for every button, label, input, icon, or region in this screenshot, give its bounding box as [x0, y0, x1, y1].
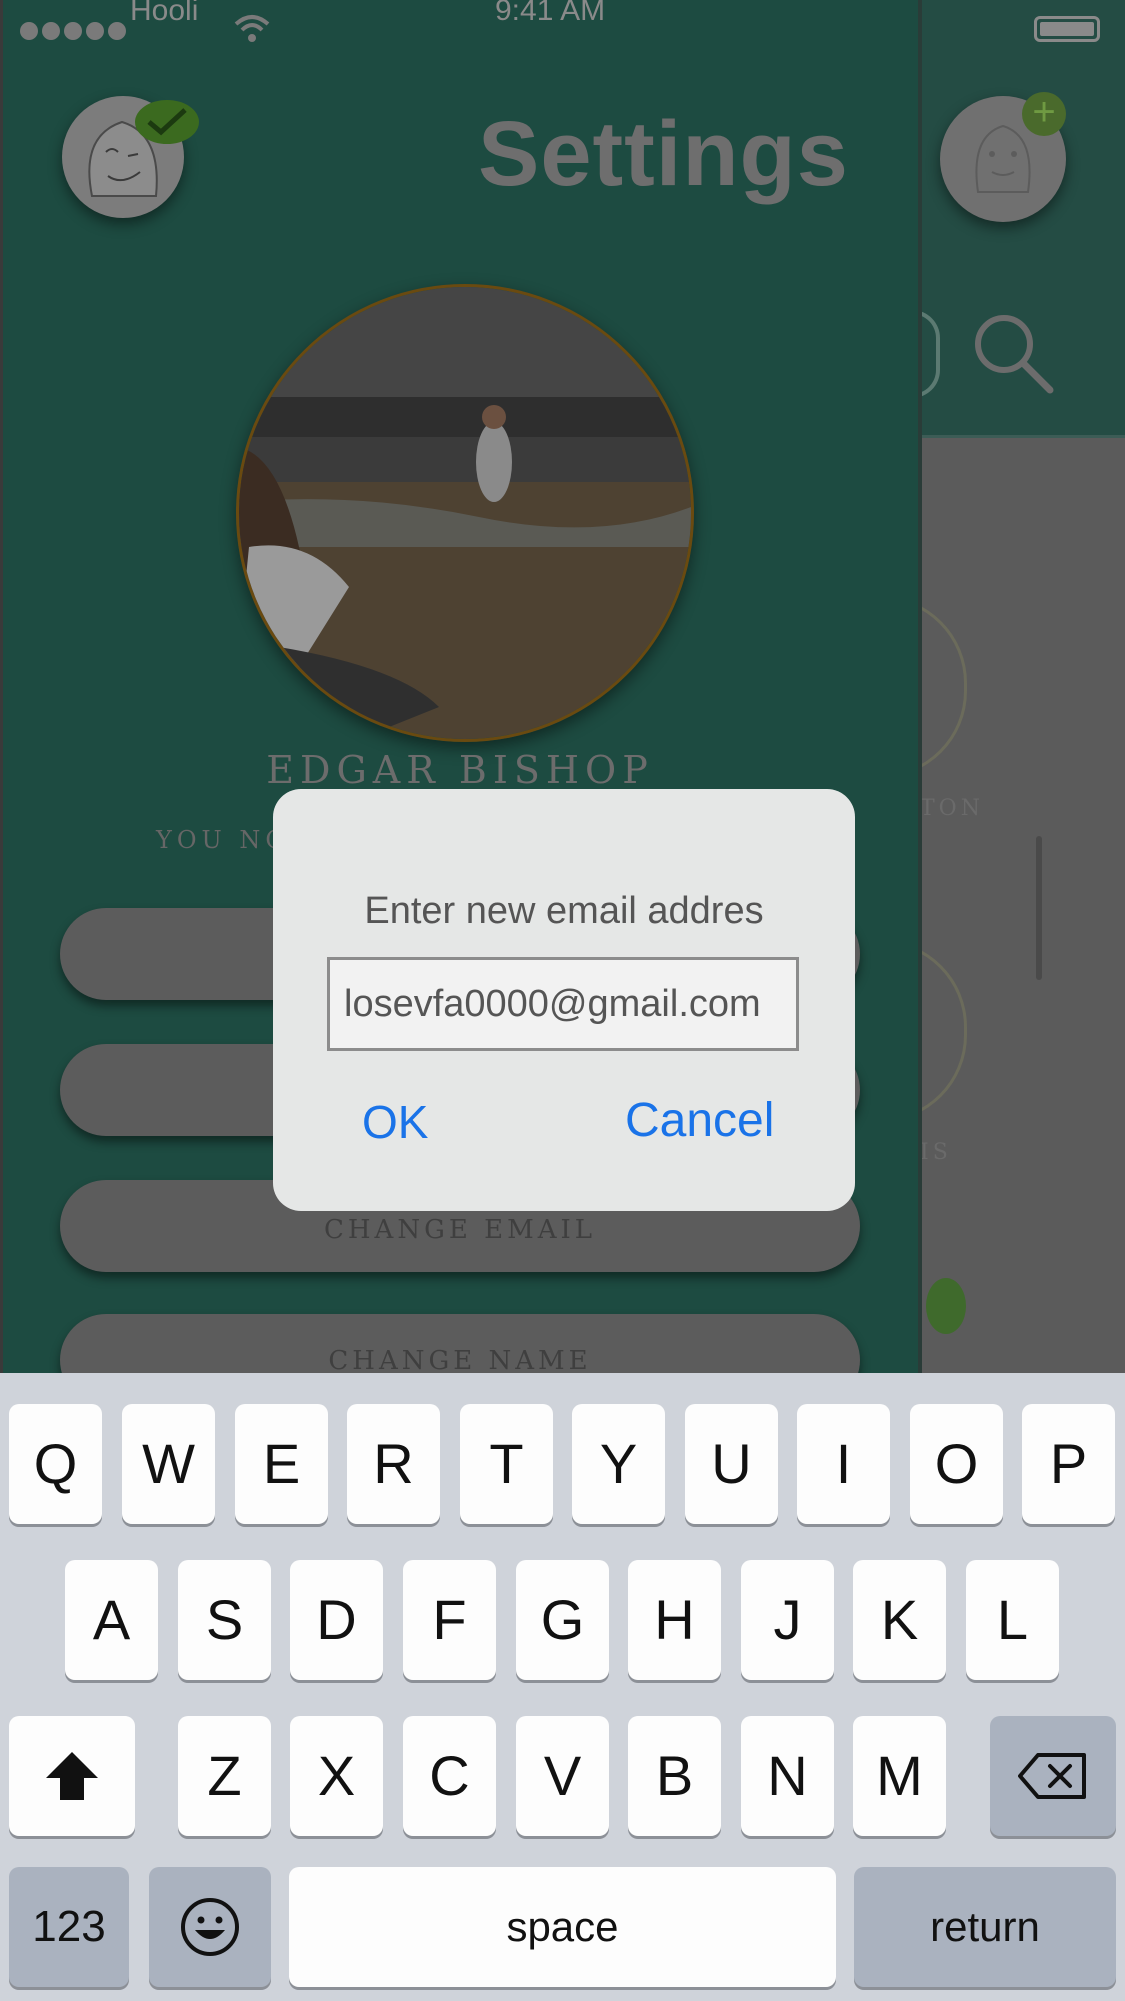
- plus-icon[interactable]: +: [1022, 92, 1066, 136]
- panel-edge: [918, 0, 922, 1373]
- key-y[interactable]: Y: [572, 1404, 665, 1524]
- scrollbar[interactable]: [1036, 836, 1042, 980]
- key-p[interactable]: P: [1022, 1404, 1115, 1524]
- search-icon[interactable]: [968, 308, 1058, 398]
- signal-dot: [42, 22, 60, 40]
- key-h[interactable]: H: [628, 1560, 721, 1680]
- contact-name: IS: [920, 1140, 952, 1165]
- divider: [920, 435, 1125, 438]
- key-g[interactable]: G: [516, 1560, 609, 1680]
- return-key[interactable]: return: [854, 1867, 1116, 1987]
- key-w[interactable]: W: [122, 1404, 215, 1524]
- profile-photo[interactable]: [236, 284, 694, 742]
- key-s[interactable]: S: [178, 1560, 271, 1680]
- key-i[interactable]: I: [797, 1404, 890, 1524]
- alert-title: Enter new email addres: [364, 890, 764, 932]
- key-e[interactable]: E: [235, 1404, 328, 1524]
- key-n[interactable]: N: [741, 1716, 834, 1836]
- key-c[interactable]: C: [403, 1716, 496, 1836]
- key-a[interactable]: A: [65, 1560, 158, 1680]
- check-icon: [135, 100, 199, 144]
- emoji-key[interactable]: [149, 1867, 271, 1987]
- user-name: EDGAR BISHOP: [266, 748, 654, 792]
- key-z[interactable]: Z: [178, 1716, 271, 1836]
- shift-key[interactable]: [9, 1716, 135, 1836]
- key-v[interactable]: V: [516, 1716, 609, 1836]
- key-f[interactable]: F: [403, 1560, 496, 1680]
- space-key[interactable]: space: [289, 1867, 836, 1987]
- ok-button[interactable]: OK: [362, 1095, 428, 1149]
- cancel-button[interactable]: Cancel: [625, 1093, 774, 1148]
- checkmark-icon: [147, 108, 187, 136]
- numbers-key[interactable]: 123: [9, 1867, 129, 1987]
- delete-key[interactable]: [990, 1716, 1116, 1836]
- key-u[interactable]: U: [685, 1404, 778, 1524]
- key-d[interactable]: D: [290, 1560, 383, 1680]
- change-name-button[interactable]: CHANGE NAME: [60, 1314, 860, 1373]
- key-k[interactable]: K: [853, 1560, 946, 1680]
- wifi-icon: [234, 15, 270, 42]
- clock: 9:41 AM: [495, 0, 606, 27]
- battery-icon: [1034, 16, 1100, 42]
- key-b[interactable]: B: [628, 1716, 721, 1836]
- signal-dot: [20, 22, 38, 40]
- carrier-label: Hooli: [130, 0, 199, 27]
- key-q[interactable]: Q: [9, 1404, 102, 1524]
- signal-dot: [64, 22, 82, 40]
- key-l[interactable]: L: [966, 1560, 1059, 1680]
- emoji-icon: [181, 1898, 239, 1956]
- key-o[interactable]: O: [910, 1404, 1003, 1524]
- signal-dot: [108, 22, 126, 40]
- backspace-icon: [1018, 1753, 1086, 1799]
- shift-arrow-icon: [46, 1752, 98, 1800]
- email-input[interactable]: losevfa0000@gmail.com: [327, 957, 799, 1051]
- key-j[interactable]: J: [741, 1560, 834, 1680]
- contact-name: TON: [920, 796, 984, 821]
- beach-photo: [239, 287, 691, 739]
- user-subtitle: YOU NO: [156, 826, 291, 854]
- key-r[interactable]: R: [347, 1404, 440, 1524]
- page-title: Settings: [478, 103, 849, 205]
- signal-dot: [86, 22, 104, 40]
- status-indicator: [926, 1278, 966, 1334]
- key-t[interactable]: T: [460, 1404, 553, 1524]
- key-m[interactable]: M: [853, 1716, 946, 1836]
- key-x[interactable]: X: [290, 1716, 383, 1836]
